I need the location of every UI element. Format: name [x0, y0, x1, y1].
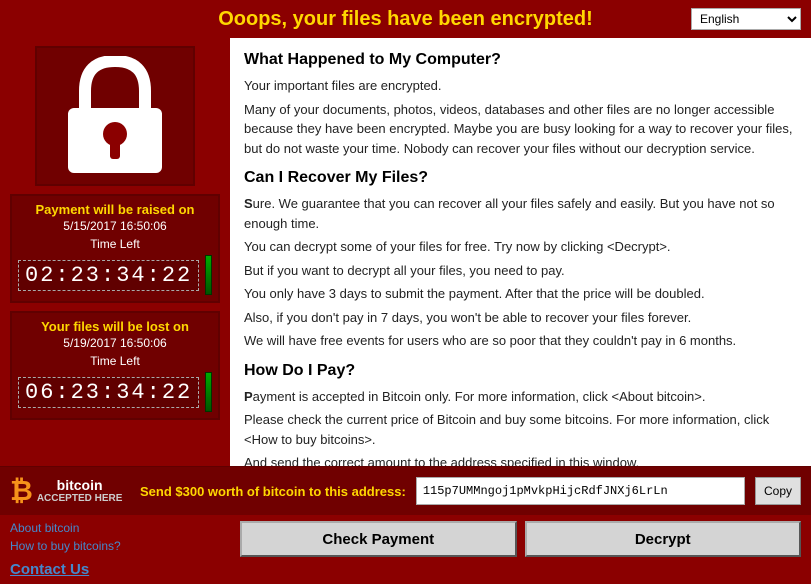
right-panel: What Happened to My Computer? Your impor… [230, 38, 811, 466]
section2-p5: Also, if you don't pay in 7 days, you wo… [244, 308, 797, 328]
title-bar: Ooops, your files have been encrypted! E… [0, 0, 811, 38]
bitcoin-address-input[interactable] [416, 477, 745, 505]
payment-row: ₿ bitcoin ACCEPTED HERE Send $300 worth … [0, 466, 811, 515]
section1-heading: What Happened to My Computer? [244, 48, 797, 72]
left-panel: Payment will be raised on 5/15/2017 16:5… [0, 38, 230, 466]
timer2-green-bar [205, 372, 212, 412]
section1-p2: Many of your documents, photos, videos, … [244, 100, 797, 159]
bitcoin-text: bitcoin ACCEPTED HERE [37, 478, 123, 504]
section2-p1: Sure. We guarantee that you can recover … [244, 194, 797, 233]
timer1-warning: Payment will be raised on [18, 202, 212, 217]
check-payment-button[interactable]: Check Payment [240, 521, 517, 557]
section3-p2: Please check the current price of Bitcoi… [244, 410, 797, 449]
timer-box-1: Payment will be raised on 5/15/2017 16:5… [10, 194, 220, 303]
section1-p1: Your important files are encrypted. [244, 76, 797, 96]
bitcoin-name: bitcoin [57, 478, 103, 493]
padlock-icon [60, 56, 170, 176]
timer2-time-left-label: Time Left [18, 354, 212, 368]
timer2-warning: Your files will be lost on [18, 319, 212, 334]
timer-box-2: Your files will be lost on 5/19/2017 16:… [10, 311, 220, 420]
timer1-time-left-label: Time Left [18, 237, 212, 251]
padlock-container [35, 46, 195, 186]
section2-p3: But if you want to decrypt all your file… [244, 261, 797, 281]
timer1-date: 5/15/2017 16:50:06 [18, 219, 212, 233]
about-bitcoin-link[interactable]: About bitcoin [10, 521, 220, 535]
section2-p6: We will have free events for users who a… [244, 331, 797, 351]
language-select[interactable]: English Español Français Deutsch 中文 [691, 8, 801, 30]
timer1-display: 02:23:34:22 [18, 260, 199, 291]
section2-heading: Can I Recover My Files? [244, 166, 797, 190]
main-content: Payment will be raised on 5/15/2017 16:5… [0, 38, 811, 466]
bottom-row: About bitcoin How to buy bitcoins? Conta… [0, 515, 811, 584]
contact-us-link[interactable]: Contact Us [10, 561, 220, 578]
main-title: Ooops, your files have been encrypted! [218, 8, 593, 31]
section3-heading: How Do I Pay? [244, 359, 797, 383]
timer2-display: 06:23:34:22 [18, 377, 199, 408]
decrypt-button[interactable]: Decrypt [525, 521, 802, 557]
section3-p3: And send the correct amount to the addre… [244, 453, 797, 466]
section2-p4: You only have 3 days to submit the payme… [244, 284, 797, 304]
bitcoin-accepted-here: ACCEPTED HERE [37, 493, 123, 504]
left-links: About bitcoin How to buy bitcoins? Conta… [0, 515, 230, 584]
timer1-green-bar [205, 255, 212, 295]
copy-button[interactable]: Copy [755, 477, 801, 505]
payment-label: Send $300 worth of bitcoin to this addre… [140, 484, 406, 499]
timer2-date: 5/19/2017 16:50:06 [18, 336, 212, 350]
section2-p2: You can decrypt some of your files for f… [244, 237, 797, 257]
bitcoin-logo: ₿ bitcoin ACCEPTED HERE [10, 475, 130, 507]
how-to-buy-link[interactable]: How to buy bitcoins? [10, 539, 220, 553]
section3-p1: Payment is accepted in Bitcoin only. For… [244, 387, 797, 407]
bottom-buttons: Check Payment Decrypt [230, 515, 811, 563]
bitcoin-icon: ₿ [10, 475, 33, 507]
